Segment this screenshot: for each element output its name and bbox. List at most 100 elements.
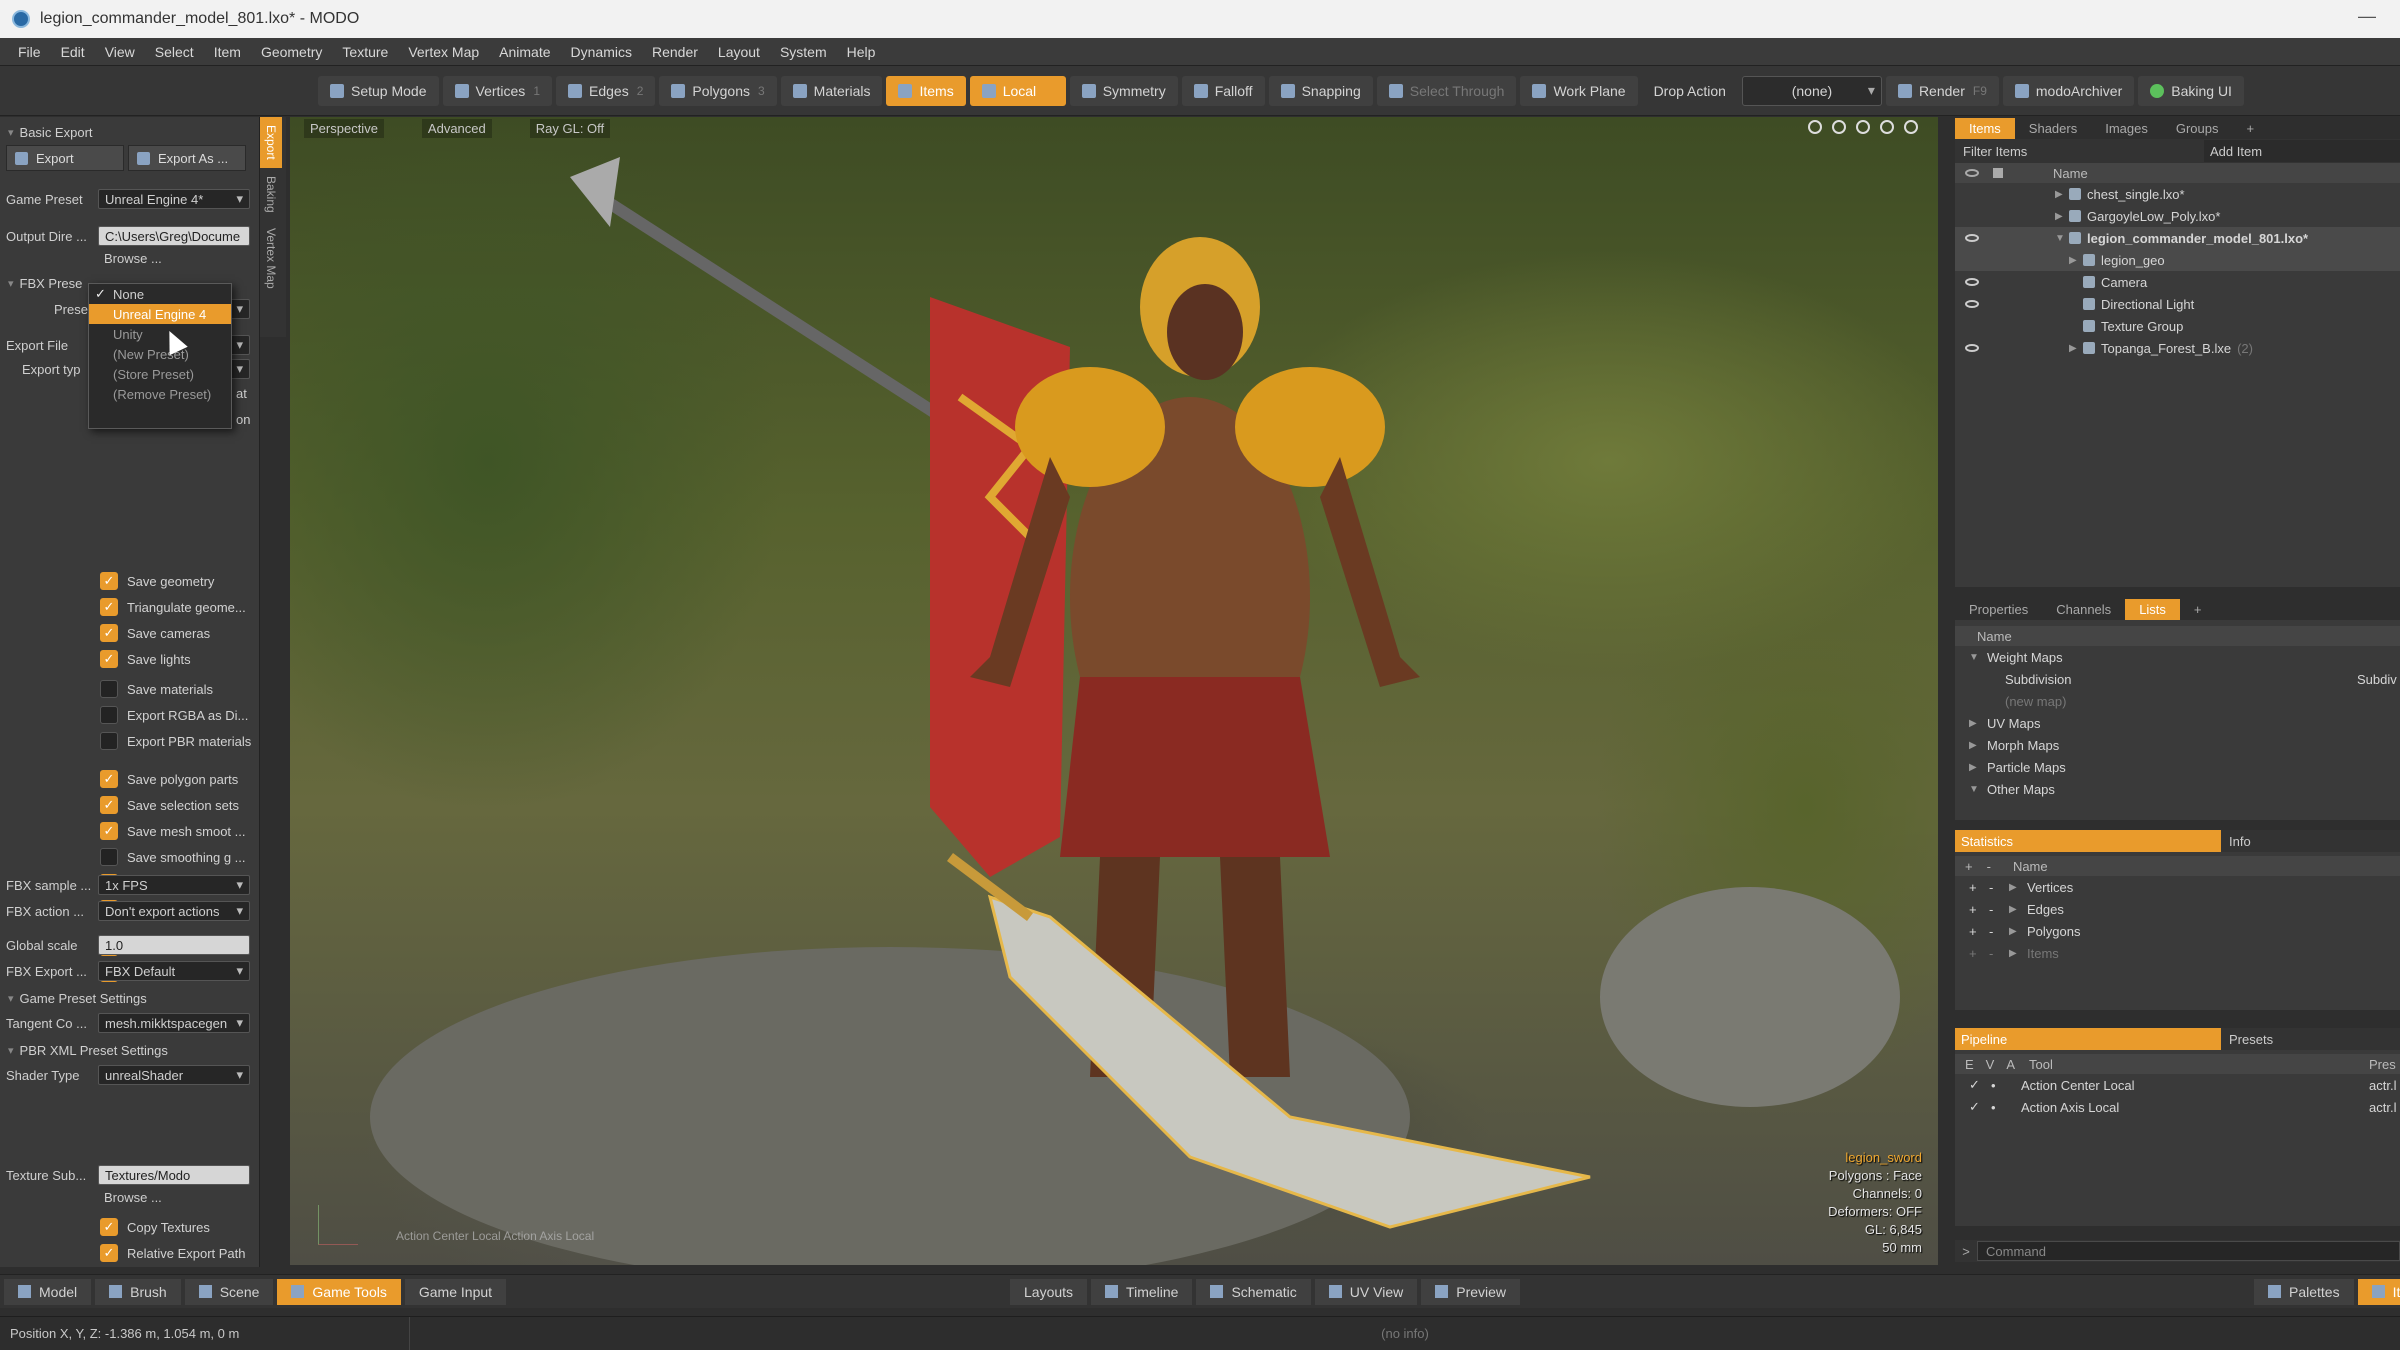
edges-button[interactable]: Edges 2 [556, 75, 656, 106]
list-item-other-maps[interactable]: ▼ Other Maps [1955, 778, 2400, 800]
layout-tab-uv-view[interactable]: UV View [1314, 1278, 1418, 1305]
checkbox-copy-textures[interactable]: ✓ Copy Textures [100, 1215, 210, 1239]
expand-arrow-icon[interactable]: ▶ [1969, 740, 1987, 751]
layout-tab-layouts[interactable]: Layouts [1010, 1278, 1088, 1305]
tab-groups[interactable]: Groups [2162, 118, 2233, 139]
tab-items[interactable]: Items [1955, 118, 2015, 139]
expand-arrow-icon[interactable]: ▼ [1969, 784, 1987, 795]
checkbox-box[interactable]: ✓ [100, 1218, 118, 1236]
menu-help[interactable]: Help [837, 44, 886, 60]
preset-option-none[interactable]: ✓ None [89, 284, 231, 304]
stats-plus-icon[interactable]: + [1965, 859, 1973, 874]
menu-animate[interactable]: Animate [489, 44, 560, 60]
export-as-button[interactable]: Export As ... [128, 145, 246, 171]
expand-arrow-icon[interactable]: ▶ [2009, 948, 2027, 959]
pipeline-row[interactable]: ✓ • Action Axis Local actr.l [1955, 1096, 2400, 1118]
checkbox-box[interactable] [100, 732, 118, 750]
menu-render[interactable]: Render [642, 44, 708, 60]
stat-minus-icon[interactable]: - [1989, 880, 2009, 895]
tab-images[interactable]: Images [2091, 118, 2162, 139]
checkbox-save-cameras[interactable]: ✓ Save cameras [100, 621, 210, 645]
pipeline-tab[interactable]: Pipeline [1955, 1028, 2221, 1050]
lists-name-column[interactable]: Name [1977, 629, 2012, 644]
stat-row-edges[interactable]: + - ▶ Edges [1955, 898, 2400, 920]
checkbox-box[interactable] [100, 848, 118, 866]
item-row[interactable]: ▶ Topanga_Forest_B.lxe (2) [1955, 337, 2400, 359]
tab-add[interactable]: + [2233, 118, 2269, 139]
checkbox-save-smoothing-g[interactable]: Save smoothing g ... [100, 845, 246, 869]
tab-channels[interactable]: Channels [2042, 599, 2125, 620]
list-item-morph-maps[interactable]: ▶ Morph Maps [1955, 734, 2400, 756]
fbx-action-select[interactable]: Don't export actions [98, 901, 250, 921]
3d-viewport[interactable]: Perspective Advanced Ray GL: Off Action … [290, 117, 1938, 1265]
stat-plus-icon[interactable]: + [1969, 902, 1989, 917]
expand-arrow-icon[interactable]: ▶ [2069, 343, 2083, 354]
item-row[interactable]: ▶ legion_geo [1955, 249, 2400, 271]
menu-vertex-map[interactable]: Vertex Map [398, 44, 489, 60]
preset-option-store-preset[interactable]: (Store Preset) [89, 364, 231, 384]
stat-minus-icon[interactable]: - [1989, 946, 2009, 961]
tab-lists[interactable]: Lists [2125, 599, 2180, 620]
checkbox-box[interactable]: ✓ [100, 796, 118, 814]
expand-arrow-icon[interactable]: ▶ [2055, 189, 2069, 200]
falloff-button[interactable]: Falloff [1181, 75, 1265, 106]
item-row[interactable]: Directional Light [1955, 293, 2400, 315]
preset-option-unreal-engine-4[interactable]: Unreal Engine 4 [89, 304, 231, 324]
item-row[interactable]: ▶ GargoyleLow_Poly.lxo* [1955, 205, 2400, 227]
layout-tab-brush[interactable]: Brush [95, 1278, 181, 1305]
global-scale-field[interactable]: 1.0 [98, 935, 250, 955]
layout-tab-game-input[interactable]: Game Input [404, 1278, 507, 1305]
checkbox-save-materials[interactable]: Save materials [100, 677, 213, 701]
checkbox-save-selection-sets[interactable]: ✓ Save selection sets [100, 793, 239, 817]
item-row[interactable]: ▼ legion_commander_model_801.lxo* [1955, 227, 2400, 249]
browse-textures-button[interactable]: Browse ... [0, 1190, 162, 1205]
side-tab-baking[interactable]: Baking [260, 168, 282, 221]
menu-layout[interactable]: Layout [708, 44, 770, 60]
menu-system[interactable]: System [770, 44, 837, 60]
browse-button[interactable]: Browse ... [0, 251, 162, 266]
select-through-button[interactable]: Select Through [1376, 75, 1517, 106]
tab-add[interactable]: + [2180, 599, 2216, 620]
checkbox-box[interactable] [100, 706, 118, 724]
command-input[interactable]: Command [1977, 1241, 2400, 1261]
visibility-eye-icon[interactable] [1965, 300, 1979, 308]
checkbox-box[interactable]: ✓ [100, 624, 118, 642]
materials-button[interactable]: Materials [780, 75, 883, 106]
expand-arrow-icon[interactable]: ▶ [2009, 904, 2027, 915]
checkbox-relative-export-path[interactable]: ✓ Relative Export Path [100, 1241, 246, 1265]
statistics-tab[interactable]: Statistics [1955, 830, 2221, 852]
name-column[interactable]: Name [2053, 166, 2088, 181]
menu-dynamics[interactable]: Dynamics [561, 44, 642, 60]
list-item-new-map[interactable]: (new map) [1955, 690, 2400, 712]
stat-row-vertices[interactable]: + - ▶ Vertices [1955, 876, 2400, 898]
symmetry-button[interactable]: Symmetry [1069, 75, 1178, 106]
drop-action-select[interactable]: (none) [1741, 75, 1882, 106]
polygons-button[interactable]: Polygons 3 [659, 75, 777, 106]
shader-type-select[interactable]: unrealShader [98, 1065, 250, 1085]
checkbox-box[interactable]: ✓ [100, 650, 118, 668]
stat-minus-icon[interactable]: - [1989, 924, 2009, 939]
checkbox-export-rgba-as-di[interactable]: Export RGBA as Di... [100, 703, 248, 727]
menu-item[interactable]: Item [204, 44, 251, 60]
stat-minus-icon[interactable]: - [1989, 902, 2009, 917]
checkbox-save-polygon-parts[interactable]: ✓ Save polygon parts [100, 767, 238, 791]
list-item-subdivision[interactable]: Subdivision Subdiv [1955, 668, 2400, 690]
checkbox-box[interactable]: ✓ [100, 822, 118, 840]
visible-dot-icon[interactable]: • [1991, 1100, 2021, 1115]
checkbox-save-mesh-smoot[interactable]: ✓ Save mesh smoot ... [100, 819, 246, 843]
export-button[interactable]: Export [6, 145, 124, 171]
visibility-eye-icon[interactable] [1965, 278, 1979, 286]
layout-tab-model[interactable]: Model [4, 1278, 92, 1305]
expand-arrow-icon[interactable]: ▶ [2009, 882, 2027, 893]
render-button[interactable]: Render F9 [1885, 75, 1999, 106]
checkbox-box[interactable]: ✓ [100, 572, 118, 590]
layout-tab-schematic[interactable]: Schematic [1196, 1278, 1311, 1305]
checkbox-box[interactable]: ✓ [100, 770, 118, 788]
visibility-eye-icon[interactable] [1965, 344, 1979, 352]
expand-arrow-icon[interactable]: ▼ [2055, 233, 2069, 244]
expand-arrow-icon[interactable]: ▶ [1969, 718, 1987, 729]
stat-row-polygons[interactable]: + - ▶ Polygons [1955, 920, 2400, 942]
side-tab-vertex-map[interactable]: Vertex Map [260, 220, 282, 297]
modo-archiver-button[interactable]: modoArchiver [2002, 75, 2135, 106]
enabled-check-icon[interactable]: ✓ [1969, 1077, 1991, 1093]
